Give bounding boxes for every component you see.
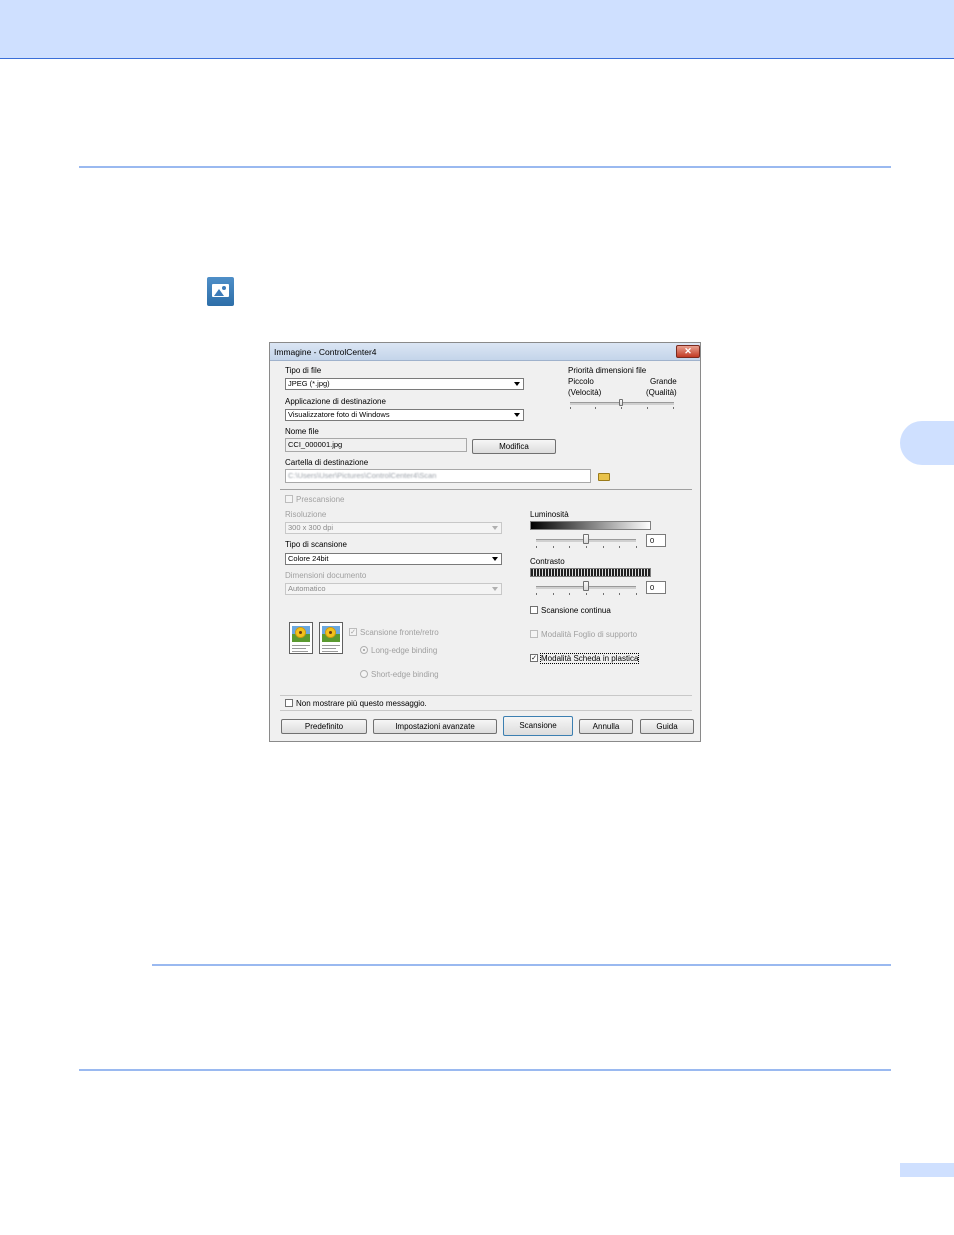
scan-type-value: Colore 24bit xyxy=(288,554,329,563)
contrast-pattern xyxy=(530,568,651,577)
dialog-title: Immagine - ControlCenter4 xyxy=(274,347,377,357)
slider-tick xyxy=(647,407,648,409)
chevron-down-icon xyxy=(514,413,520,417)
separator xyxy=(280,710,692,711)
resolution-label: Risoluzione xyxy=(285,510,327,519)
close-icon[interactable]: ✕ xyxy=(676,345,700,358)
chevron-down-icon xyxy=(492,526,498,530)
slider-tick xyxy=(621,407,622,409)
section-rule-bottom xyxy=(79,1069,891,1071)
brightness-value-field[interactable]: 0 xyxy=(646,534,666,547)
slider-tick xyxy=(586,593,587,595)
chevron-down-icon xyxy=(492,557,498,561)
slider-tick xyxy=(636,593,637,595)
separator xyxy=(280,489,692,490)
dest-folder-field[interactable]: C:\Users\User\Pictures\ControlCenter4\Sc… xyxy=(285,469,591,483)
carrier-sheet-checkbox[interactable] xyxy=(530,630,538,638)
slider-tick xyxy=(569,546,570,548)
scan-type-label: Tipo di scansione xyxy=(285,540,347,549)
page-header-band xyxy=(0,0,954,59)
continuous-scan-checkbox[interactable] xyxy=(530,606,538,614)
target-app-value: Visualizzatore foto di Windows xyxy=(288,410,390,419)
contrast-label: Contrasto xyxy=(530,557,565,566)
help-button[interactable]: Guida xyxy=(640,719,694,734)
file-type-label: Tipo di file xyxy=(285,366,322,375)
doc-size-label: Dimensioni documento xyxy=(285,571,367,580)
contrast-slider-thumb[interactable] xyxy=(583,581,589,591)
carrier-sheet-label: Modalità Foglio di supporto xyxy=(541,630,638,639)
dialog-titlebar: Immagine - ControlCenter4 ✕ xyxy=(270,343,700,361)
chevron-down-icon xyxy=(514,382,520,386)
doc-size-select[interactable]: Automatico xyxy=(285,583,502,595)
default-button[interactable]: Predefinito xyxy=(281,719,367,734)
short-edge-radio[interactable] xyxy=(360,670,368,678)
image-icon xyxy=(207,277,234,306)
duplex-checkbox[interactable]: ✓ xyxy=(349,628,357,636)
slider-tick xyxy=(586,546,587,548)
target-app-label: Applicazione di destinazione xyxy=(285,397,386,406)
dont-show-checkbox[interactable] xyxy=(285,699,293,707)
doc-size-value: Automatico xyxy=(288,584,326,593)
long-edge-label: Long-edge binding xyxy=(371,646,438,655)
slider-tick xyxy=(569,593,570,595)
separator xyxy=(280,695,692,696)
slider-tick xyxy=(603,593,604,595)
prescan-label: Prescansione xyxy=(296,495,345,504)
file-type-select[interactable]: JPEG (*.jpg) xyxy=(285,378,524,390)
dont-show-label: Non mostrare più questo messaggio. xyxy=(296,699,427,708)
resolution-value: 300 x 300 dpi xyxy=(288,523,334,532)
controlcenter4-dialog: Immagine - ControlCenter4 ✕ Tipo di file… xyxy=(269,342,701,742)
file-name-field: CCI_000001.jpg xyxy=(285,438,467,452)
slider-tick xyxy=(553,546,554,548)
slider-tick xyxy=(619,546,620,548)
target-app-select[interactable]: Visualizzatore foto di Windows xyxy=(285,409,524,421)
advanced-settings-button[interactable]: Impostazioni avanzate xyxy=(373,719,497,734)
file-size-small-label: Piccolo xyxy=(568,377,594,386)
chevron-down-icon xyxy=(492,587,498,591)
slider-tick xyxy=(536,593,537,595)
file-type-value: JPEG (*.jpg) xyxy=(288,379,330,388)
file-size-slider-thumb[interactable] xyxy=(619,399,623,406)
dest-folder-label: Cartella di destinazione xyxy=(285,458,369,467)
continuous-scan-label: Scansione continua xyxy=(541,606,611,615)
plastic-card-checkbox[interactable]: ✓ xyxy=(530,654,538,662)
slider-tick xyxy=(553,593,554,595)
chapter-side-tab xyxy=(900,421,954,465)
plastic-card-label: Modalità Scheda in plastica xyxy=(539,653,640,664)
file-size-priority-label: Priorità dimensioni file xyxy=(568,366,647,375)
prescan-checkbox[interactable] xyxy=(285,495,293,503)
section-rule-top xyxy=(79,166,891,168)
brightness-label: Luminosità xyxy=(530,510,569,519)
cancel-button[interactable]: Annulla xyxy=(579,719,633,734)
file-size-large-label: Grande xyxy=(650,377,677,386)
section-rule-note xyxy=(152,964,891,966)
slider-tick xyxy=(619,593,620,595)
folder-icon[interactable] xyxy=(598,473,610,481)
brightness-slider-thumb[interactable] xyxy=(583,534,589,544)
resolution-select[interactable]: 300 x 300 dpi xyxy=(285,522,502,534)
contrast-value-field[interactable]: 0 xyxy=(646,581,666,594)
scan-type-select[interactable]: Colore 24bit xyxy=(285,553,502,565)
slider-tick xyxy=(673,407,674,409)
modify-button[interactable]: Modifica xyxy=(472,439,556,454)
short-edge-label: Short-edge binding xyxy=(371,670,439,679)
page-number-box xyxy=(900,1163,954,1177)
slider-tick xyxy=(595,407,596,409)
slider-tick xyxy=(570,407,571,409)
dest-folder-value: C:\Users\User\Pictures\ControlCenter4\Sc… xyxy=(288,471,437,480)
brightness-gradient xyxy=(530,521,651,530)
slider-tick xyxy=(536,546,537,548)
file-name-label: Nome file xyxy=(285,427,319,436)
scan-button[interactable]: Scansione xyxy=(503,716,573,736)
file-size-large-sub: (Qualità) xyxy=(646,388,677,397)
duplex-label: Scansione fronte/retro xyxy=(360,628,439,637)
slider-tick xyxy=(636,546,637,548)
slider-tick xyxy=(603,546,604,548)
long-edge-radio[interactable] xyxy=(360,646,368,654)
duplex-pages-icon xyxy=(289,622,345,656)
file-size-small-sub: (Velocità) xyxy=(568,388,602,397)
file-name-value: CCI_000001.jpg xyxy=(288,440,343,449)
